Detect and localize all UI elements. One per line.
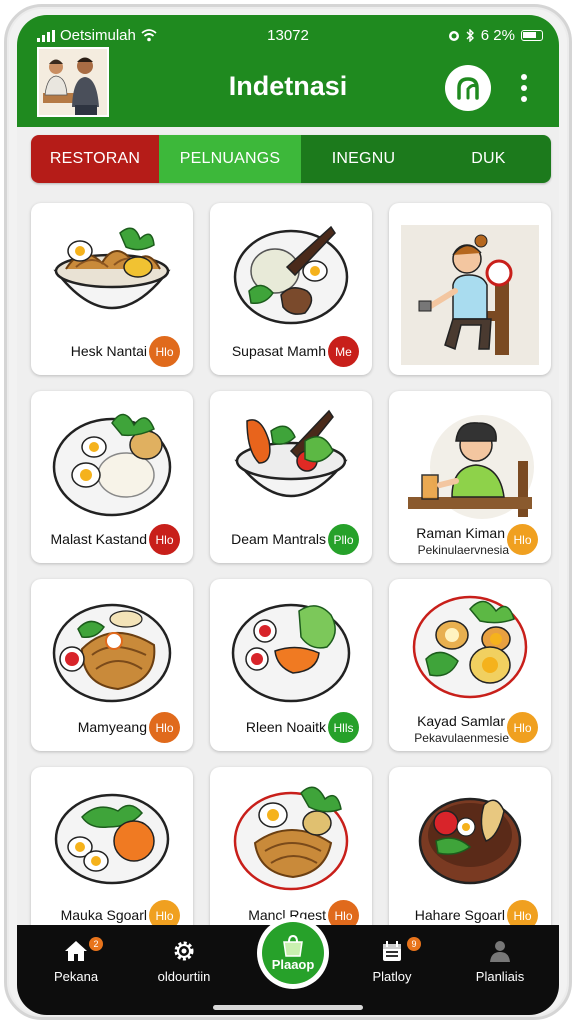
dot: [521, 96, 527, 102]
noodle-bowl-icon: [53, 227, 171, 310]
clay-pot-icon: [418, 797, 522, 885]
item-name: Rleen Noaitk: [245, 719, 326, 735]
nav-item-plaaop[interactable]: Plaaop: [257, 917, 329, 989]
nav-label: Pekana: [53, 969, 99, 984]
app-screen: Oetsimulah 13072 6 2% Indetnasi RESTORAN…: [17, 15, 559, 1015]
price-badge[interactable]: Hlls: [328, 712, 359, 743]
tomato-plate-icon: [54, 793, 170, 885]
item-name: Raman Kiman: [416, 525, 505, 541]
nav-label: oldourtiin: [157, 969, 211, 984]
menu-card[interactable]: Kayad Samlar Pekavulaenmesie Hlo: [389, 579, 551, 751]
status-bar: Oetsimulah 13072 6 2%: [17, 15, 559, 49]
menu-card[interactable]: Raman Kiman Pekinulaervnesia Hlo: [389, 391, 551, 563]
item-name: Hahare Sgoarl: [414, 907, 505, 923]
salad-plate-icon: [231, 603, 351, 703]
phone-frame: Oetsimulah 13072 6 2% Indetnasi RESTORAN…: [4, 4, 572, 1020]
egg-plate-icon: [412, 595, 528, 699]
bluetooth-icon: [466, 29, 474, 42]
dot: [521, 85, 527, 91]
calendar-icon: [383, 941, 401, 961]
brand-logo-button[interactable]: [445, 65, 491, 111]
notification-badge: 9: [407, 937, 421, 951]
menu-grid: Hesk Nantai Hlo Supasat Mamh Me Malast K…: [31, 203, 551, 939]
alarm-icon: [448, 30, 459, 41]
tab-pelnuangs[interactable]: PELNUANGS: [159, 135, 301, 183]
home-icon: [65, 941, 87, 961]
price-badge[interactable]: Hlo: [149, 524, 180, 555]
dot: [521, 74, 527, 80]
center-action-inner: Plaaop: [262, 922, 324, 984]
menu-card[interactable]: Hahare Sgoarl Hlo: [389, 767, 551, 939]
nav-label: Platloy: [372, 969, 412, 984]
status-right: 6 2%: [448, 27, 543, 44]
vegetable-bowl-icon: [234, 409, 348, 498]
item-name: Supasat Mamh: [231, 343, 326, 359]
item-name: Kayad Samlar: [417, 713, 505, 729]
tab-inegnu[interactable]: INEGNU: [301, 135, 426, 183]
item-name: Mauka Sgoarl: [60, 907, 147, 923]
notification-badge: 2: [89, 937, 103, 951]
price-badge[interactable]: Hlo: [149, 336, 180, 367]
item-subtitle: Pekavulaenmesie: [414, 731, 509, 745]
home-indicator[interactable]: [213, 1005, 363, 1010]
rice-plate-icon: [52, 413, 172, 517]
price-badge[interactable]: Hlo: [507, 712, 538, 743]
menu-card[interactable]: Supasat Mamh Me: [210, 203, 372, 375]
menu-card[interactable]: Mauka Sgoarl Hlo: [31, 767, 193, 939]
nav-item-platloy[interactable]: 9 Platloy: [347, 937, 437, 984]
fried-noodle-plate-icon: [52, 603, 172, 703]
man-drinking-illustration: [408, 415, 534, 519]
menu-card[interactable]: Deam Mantrals Pllo: [210, 391, 372, 563]
app-header: Oetsimulah 13072 6 2% Indetnasi: [17, 15, 559, 127]
category-tabs: RESTORAN PELNUANGS INEGNU DUK: [31, 135, 551, 183]
menu-card[interactable]: Rleen Noaitk Hlls: [210, 579, 372, 751]
menu-card[interactable]: Hesk Nantai Hlo: [31, 203, 193, 375]
more-options-button[interactable]: [513, 69, 535, 107]
menu-card[interactable]: Malast Kastand Hlo: [31, 391, 193, 563]
price-badge[interactable]: Pllo: [328, 524, 359, 555]
nav-item-planliais[interactable]: Planliais: [455, 939, 545, 984]
shopping-bag-icon: [283, 934, 303, 957]
item-name: Mamyeang: [77, 719, 147, 735]
nav-item-pekana[interactable]: 2 Pekana: [31, 937, 121, 984]
satay-bowl-icon: [233, 225, 349, 325]
mixed-noodle-plate-icon: [233, 786, 349, 891]
nav-item-oldourtiin[interactable]: oldourtiin: [139, 939, 229, 984]
person-icon: [490, 941, 510, 962]
tab-duk[interactable]: DUK: [426, 135, 551, 183]
sprout-logo-icon: [457, 77, 479, 100]
bottom-navigation: 2 Pekana oldourtiin Plaaop 9 Platloy Pla…: [17, 917, 559, 1015]
price-badge[interactable]: Hlo: [149, 712, 180, 743]
menu-card[interactable]: [389, 203, 551, 375]
item-name: Hesk Nantai: [70, 343, 147, 359]
tab-restoran[interactable]: RESTORAN: [31, 135, 159, 183]
item-name: Malast Kastand: [50, 531, 148, 547]
item-subtitle: Pekinulaervnesia: [417, 543, 509, 557]
nav-label: Planliais: [475, 969, 525, 984]
menu-card[interactable]: Mancl Rgest Hlo: [210, 767, 372, 939]
battery-percent: 6 2%: [480, 27, 515, 44]
gear-icon: [174, 941, 194, 961]
battery-icon: [521, 30, 543, 41]
item-name: Deam Mantrals: [231, 531, 326, 547]
menu-card[interactable]: Mamyeang Hlo: [31, 579, 193, 751]
woman-chef-illustration: [401, 225, 539, 365]
nav-label: Plaaop: [271, 956, 315, 972]
price-badge[interactable]: Hlo: [507, 524, 538, 555]
price-badge[interactable]: Me: [328, 336, 359, 367]
